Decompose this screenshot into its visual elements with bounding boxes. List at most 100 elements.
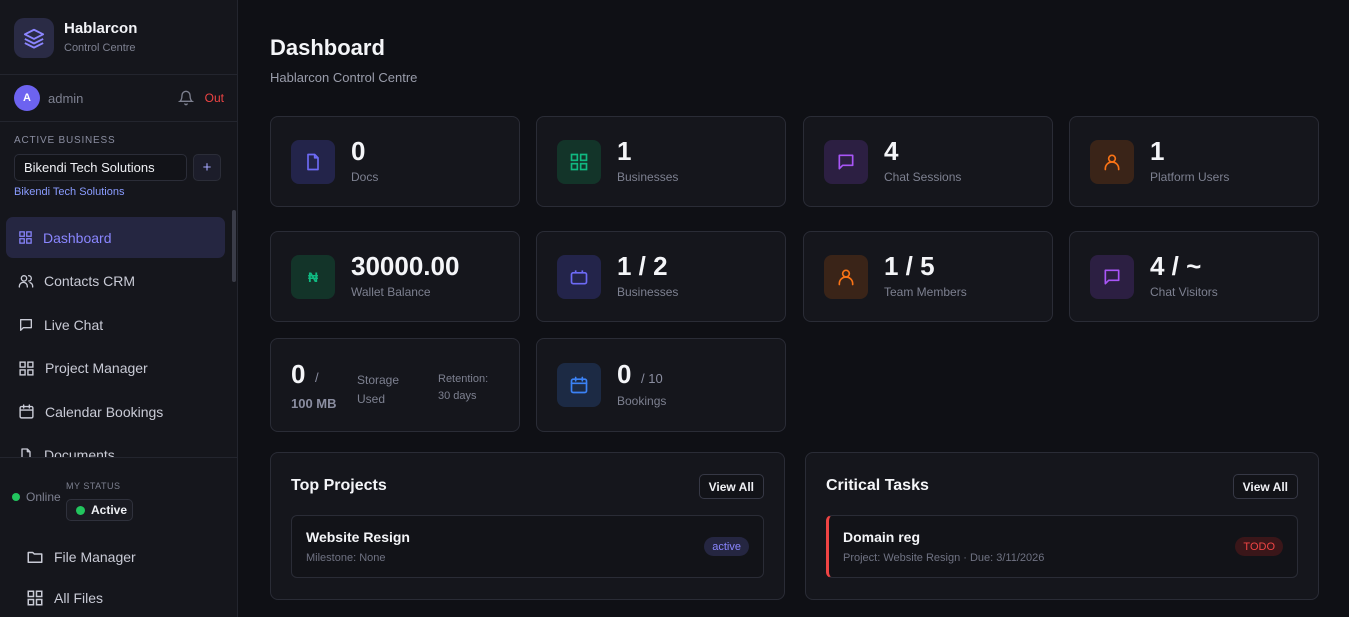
stat-value: 4 / ~ — [1150, 251, 1202, 281]
stat-label: Platform Users — [1150, 170, 1230, 184]
chat-icon — [20, 318, 32, 331]
online-indicator: Online — [12, 490, 61, 504]
storage-slash: / — [315, 370, 319, 385]
stat-value: 1 / 2 — [617, 251, 668, 281]
stat-value: 1 — [1150, 136, 1165, 166]
divider — [0, 121, 237, 122]
bell-icon[interactable] — [177, 90, 194, 106]
stat-card-docs[interactable]: 0 Docs — [270, 116, 520, 207]
stat-label: Bookings — [617, 394, 667, 408]
critical-tasks-panel: Critical Tasks View All Domain reg Proje… — [805, 452, 1319, 600]
sidebar-item-live-chat[interactable]: Live Chat — [6, 304, 225, 345]
sidebar-item-label: Live Chat — [44, 316, 104, 333]
stat-value: 1 — [617, 136, 632, 166]
stat-value: 1 / 5 — [884, 251, 935, 281]
stat-card-storage[interactable]: 0 / 100 MB Storage Used Retention: 30 da… — [270, 338, 520, 432]
stat-label: Businesses — [617, 285, 679, 299]
sidebar-item-label: Project Manager — [45, 360, 148, 377]
project-name: Website Resign — [306, 529, 410, 545]
sidebar-item-dashboard[interactable]: Dashboard — [6, 217, 225, 258]
user-icon — [824, 255, 868, 299]
top-projects-panel: Top Projects View All Website Resign Mil… — [270, 452, 785, 600]
stat-label: Wallet Balance — [351, 285, 431, 299]
project-milestone: Milestone: None — [306, 552, 386, 564]
sidebar-item-label: Contacts CRM — [44, 273, 136, 290]
username: admin — [48, 90, 84, 106]
sidebar-nav: Dashboard Contacts CRM Live Chat Project… — [6, 217, 225, 457]
task-item[interactable]: Domain reg Project: Website Resign · Due… — [826, 515, 1298, 578]
panel-title: Critical Tasks — [826, 477, 929, 494]
stat-card-businesses[interactable]: 1 Businesses — [536, 116, 786, 207]
page-subtitle: Hablarcon Control Centre — [270, 70, 418, 85]
briefcase-icon — [557, 255, 601, 299]
stat-card-bookings[interactable]: 0 / 10 Bookings — [536, 338, 786, 432]
sidebar-item-contacts-crm[interactable]: Contacts CRM — [6, 261, 225, 302]
sidebar-scrollbar[interactable] — [232, 210, 236, 282]
sidebar-item-calendar-bookings[interactable]: Calendar Bookings — [6, 391, 225, 432]
layers-icon — [14, 18, 54, 58]
page-title: Dashboard — [270, 35, 385, 60]
brand[interactable]: Hablarcon Control Centre — [14, 18, 137, 58]
sidebar-item-project-manager[interactable]: Project Manager — [6, 348, 225, 389]
stat-value: 0 — [617, 359, 632, 389]
current-business-link[interactable]: Bikendi Tech Solutions — [14, 186, 124, 198]
sidebar: Hablarcon Control Centre A admin Out ACT… — [0, 0, 238, 617]
stat-card-business-quota[interactable]: 1 / 2 Businesses — [536, 231, 786, 322]
status-select[interactable]: Active — [66, 499, 133, 521]
folder-icon — [27, 551, 43, 563]
main-content: Dashboard Hablarcon Control Centre 0 Doc… — [238, 0, 1349, 617]
add-business-button[interactable]: + — [193, 154, 221, 181]
naira-icon: ₦ — [291, 255, 335, 299]
status-badge: active — [704, 537, 749, 556]
stat-card-platform-users[interactable]: 1 Platform Users — [1069, 116, 1319, 207]
user-row: A admin Out — [14, 85, 224, 111]
chat-icon — [1090, 255, 1134, 299]
storage-label: Storage Used — [357, 373, 400, 406]
stat-value: 30000.00 — [351, 251, 460, 281]
sidebar-item-label: Dashboard — [43, 229, 112, 246]
project-item[interactable]: Website Resign Milestone: None active — [291, 515, 764, 578]
task-name: Domain reg — [843, 529, 921, 545]
storage-total: 100 MB — [291, 396, 337, 411]
document-icon — [21, 448, 31, 457]
sidebar-item-file-manager[interactable]: File Manager — [26, 548, 136, 566]
online-label: Online — [26, 490, 61, 504]
view-all-tasks-button[interactable]: View All — [1232, 474, 1298, 499]
user-icon — [1090, 140, 1134, 184]
chat-icon — [824, 140, 868, 184]
business-select[interactable]: Bikendi Tech Solutions — [14, 154, 187, 181]
status-value: Active — [91, 503, 128, 517]
stat-card-team-members[interactable]: 1 / 5 Team Members — [803, 231, 1053, 322]
sidebar-item-all-files[interactable]: All Files — [26, 589, 103, 607]
avatar[interactable]: A — [14, 85, 40, 111]
status-badge: TODO — [1235, 537, 1283, 556]
divider — [0, 457, 237, 458]
view-all-projects-button[interactable]: View All — [698, 474, 764, 499]
calendar-icon — [19, 404, 34, 419]
divider — [0, 74, 237, 75]
storage-used-value: 0 — [291, 359, 306, 389]
document-icon — [291, 140, 335, 184]
stat-value: 0 — [351, 136, 366, 166]
logout-button[interactable]: Out — [205, 91, 224, 105]
stat-card-chat-visitors[interactable]: 4 / ~ Chat Visitors — [1069, 231, 1319, 322]
panel-title: Top Projects — [291, 477, 387, 494]
grid-icon — [19, 361, 34, 376]
stat-label: Chat Visitors — [1150, 285, 1218, 299]
retention-label: Retention: 30 days — [438, 373, 489, 402]
stat-label: Chat Sessions — [884, 170, 962, 184]
active-business-label: ACTIVE BUSINESS — [14, 135, 116, 146]
sidebar-item-label: Calendar Bookings — [45, 403, 164, 420]
brand-name: Hablarcon — [64, 20, 138, 37]
task-meta: Project: Website Resign · Due: 3/11/2026 — [843, 552, 1045, 564]
sidebar-item-label: File Manager — [54, 549, 136, 565]
bookings-total: / 10 — [641, 371, 663, 386]
grid-icon — [27, 590, 43, 606]
online-dot-icon — [12, 493, 20, 501]
stat-label: Docs — [351, 170, 379, 184]
sidebar-item-documents[interactable]: Documents — [6, 435, 225, 457]
calendar-icon — [557, 363, 601, 407]
stat-card-wallet-balance[interactable]: ₦ 30000.00 Wallet Balance — [270, 231, 520, 322]
my-status-label: MY STATUS — [66, 481, 121, 491]
stat-card-chat-sessions[interactable]: 4 Chat Sessions — [803, 116, 1053, 207]
